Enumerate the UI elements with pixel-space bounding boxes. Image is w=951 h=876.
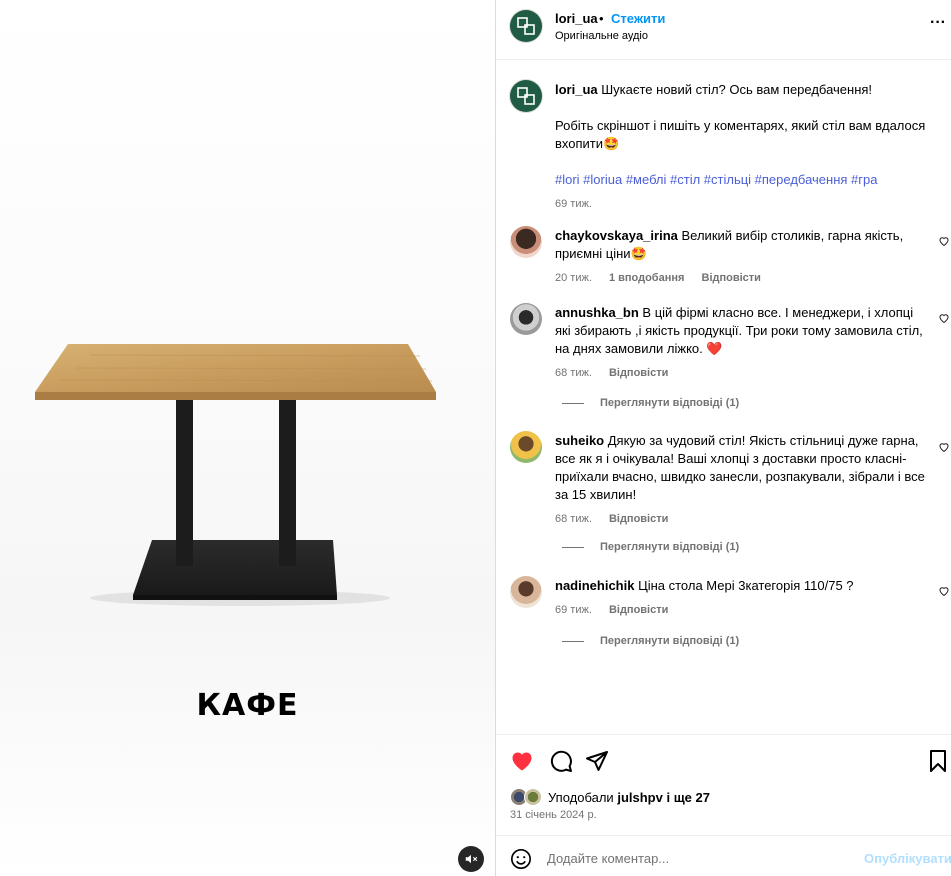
follow-button[interactable]: Стежити [611, 11, 665, 26]
post-date[interactable]: 31 січень 2024 р. [510, 809, 597, 821]
author-username[interactable]: lori_ua [555, 11, 598, 26]
author-avatar[interactable] [510, 10, 542, 42]
header-separator: • [599, 11, 604, 26]
reply-button[interactable]: Відповісти [702, 272, 761, 284]
view-replies-label: Переглянути відповіді (1) [600, 541, 740, 553]
product-name: КАФЕ [196, 688, 299, 723]
more-options-icon[interactable]: ··· [930, 14, 946, 32]
emoji-icon[interactable] [510, 848, 532, 870]
comment-text: Дякую за чудовий стіл! Якість стільниці … [555, 433, 925, 502]
post-header: lori_ua • Стежити Оригінальне аудіо ··· [496, 0, 951, 60]
save-bookmark-icon[interactable] [926, 749, 950, 773]
view-replies-button[interactable]: Переглянути відповіді (1) [562, 635, 739, 647]
comment-bubble-icon[interactable] [549, 749, 573, 773]
reply-button[interactable]: Відповісти [609, 367, 668, 379]
replies-line [562, 402, 584, 404]
comment-text: Ціна стола Мері 3категорія 110/75 ? [638, 578, 854, 593]
comment-avatar[interactable] [510, 303, 542, 335]
comment-item: chaykovskaya_irina Великий вибір столикі… [555, 227, 925, 287]
view-replies-label: Переглянути відповіді (1) [600, 397, 740, 409]
like-heart-icon[interactable] [510, 749, 534, 773]
comment-avatar[interactable] [510, 431, 542, 463]
reply-button[interactable]: Відповісти [609, 604, 668, 616]
view-replies-button[interactable]: Переглянути відповіді (1) [562, 397, 739, 409]
post-actions: Уподобали julshpv і ще 27 31 січень 2024… [496, 734, 951, 834]
comment-time[interactable]: 69 тиж. [555, 604, 592, 616]
caption-text-line1: Шукаєте новий стіл? Ось вам передбачення… [601, 82, 873, 97]
table-image [35, 344, 436, 606]
comment-emoji: 🤩 [630, 246, 647, 261]
comment-username[interactable]: annushka_bn [555, 305, 639, 320]
post-comment-button[interactable]: Опублікувати [864, 851, 951, 866]
replies-line [562, 546, 584, 548]
post-caption: lori_ua Шукаєте новий стіл? Ось вам пере… [555, 81, 935, 213]
like-comment-heart-icon[interactable] [938, 441, 950, 453]
liker-avatar [524, 788, 542, 806]
liker-username[interactable]: julshpv [617, 790, 663, 805]
comment-time[interactable]: 20 тиж. [555, 272, 592, 284]
likes-count[interactable]: і ще 27 [666, 790, 710, 805]
share-send-icon[interactable] [585, 749, 609, 773]
comment-item: suheiko Дякую за чудовий стіл! Якість ст… [555, 432, 925, 528]
comment-item: nadinehichik Ціна стола Мері 3категорія … [555, 577, 925, 619]
likes-summary[interactable]: Уподобали julshpv і ще 27 [510, 788, 710, 806]
add-comment-bar: Опублікувати [496, 835, 951, 876]
post-panel: lori_ua • Стежити Оригінальне аудіо ··· … [496, 0, 951, 876]
comment-likes[interactable]: 1 вподобання [609, 272, 684, 284]
comment-avatar[interactable] [510, 576, 542, 608]
reply-button[interactable]: Відповісти [609, 513, 668, 525]
comment-emoji: ❤️ [706, 341, 723, 356]
post-media[interactable]: КАФЕ [0, 0, 495, 876]
mute-button[interactable] [458, 846, 484, 872]
comment-username[interactable]: suheiko [555, 433, 604, 448]
comment-username[interactable]: chaykovskaya_irina [555, 228, 678, 243]
likes-prefix: Уподобали [548, 789, 614, 805]
comment-avatar[interactable] [510, 226, 542, 258]
comment-time[interactable]: 68 тиж. [555, 513, 592, 525]
comment-username[interactable]: nadinehichik [555, 578, 634, 593]
speaker-muted-icon [465, 854, 478, 864]
caption-avatar[interactable] [510, 80, 542, 112]
like-comment-heart-icon[interactable] [938, 312, 950, 324]
lori-logo-icon [517, 17, 535, 35]
caption-time[interactable]: 69 тиж. [555, 195, 935, 213]
caption-username[interactable]: lori_ua [555, 82, 598, 97]
view-replies-label: Переглянути відповіді (1) [600, 635, 740, 647]
like-comment-heart-icon[interactable] [938, 235, 950, 247]
replies-line [562, 640, 584, 642]
comment-item: annushka_bn В цій фірмі класно все. І ме… [555, 304, 925, 382]
view-replies-button[interactable]: Переглянути відповіді (1) [562, 541, 739, 553]
lori-logo-icon [517, 87, 535, 105]
comment-time[interactable]: 68 тиж. [555, 367, 592, 379]
caption-emoji: 🤩 [603, 136, 620, 151]
comment-input[interactable] [547, 846, 847, 870]
like-comment-heart-icon[interactable] [938, 585, 950, 597]
caption-hashtags[interactable]: #lori #loriua #меблі #стіл #стільці #пер… [555, 171, 935, 189]
audio-link[interactable]: Оригінальне аудіо [555, 30, 648, 42]
